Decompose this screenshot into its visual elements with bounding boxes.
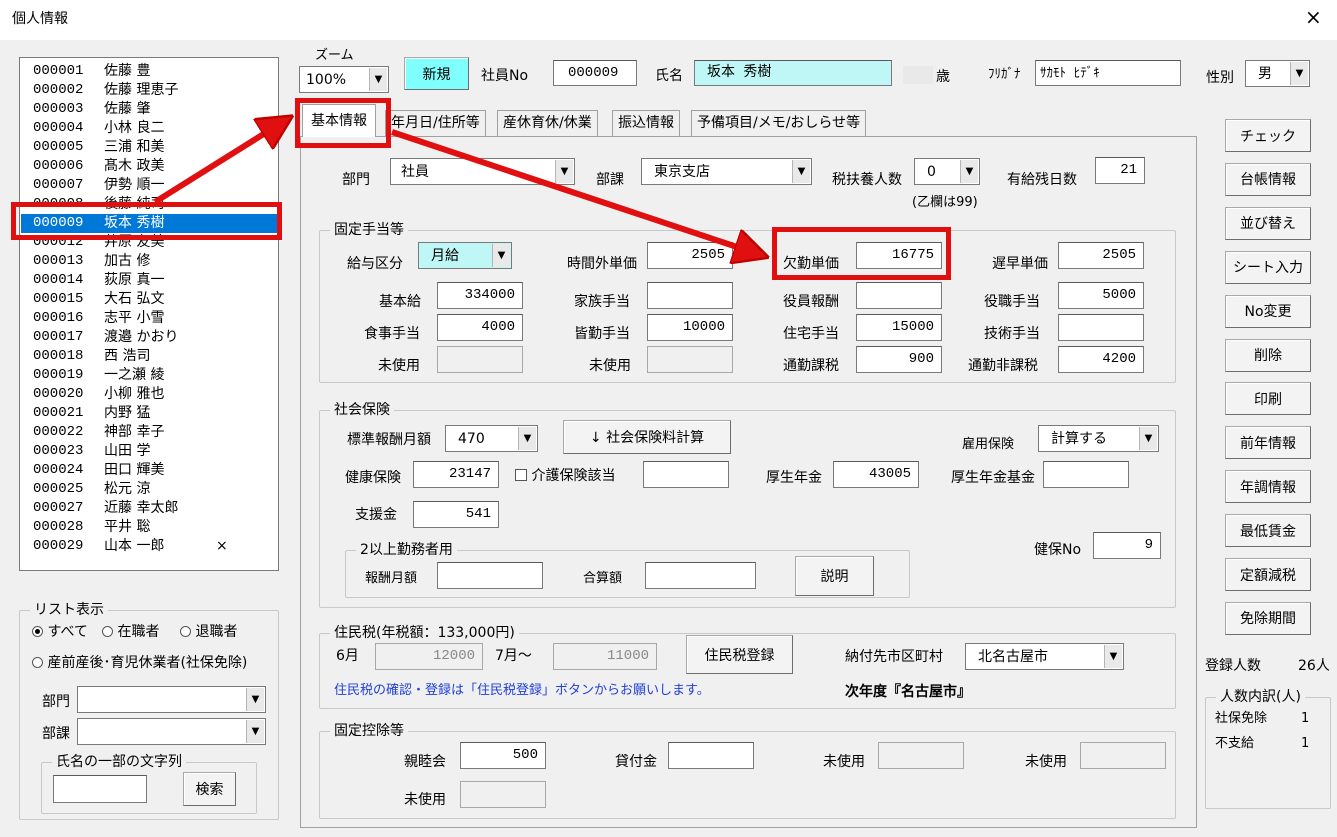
annotation-arrows: [153, 0, 1337, 837]
annotation-arrow-to-absence: [391, 129, 752, 252]
annotation-arrow-to-tab: [153, 125, 278, 205]
